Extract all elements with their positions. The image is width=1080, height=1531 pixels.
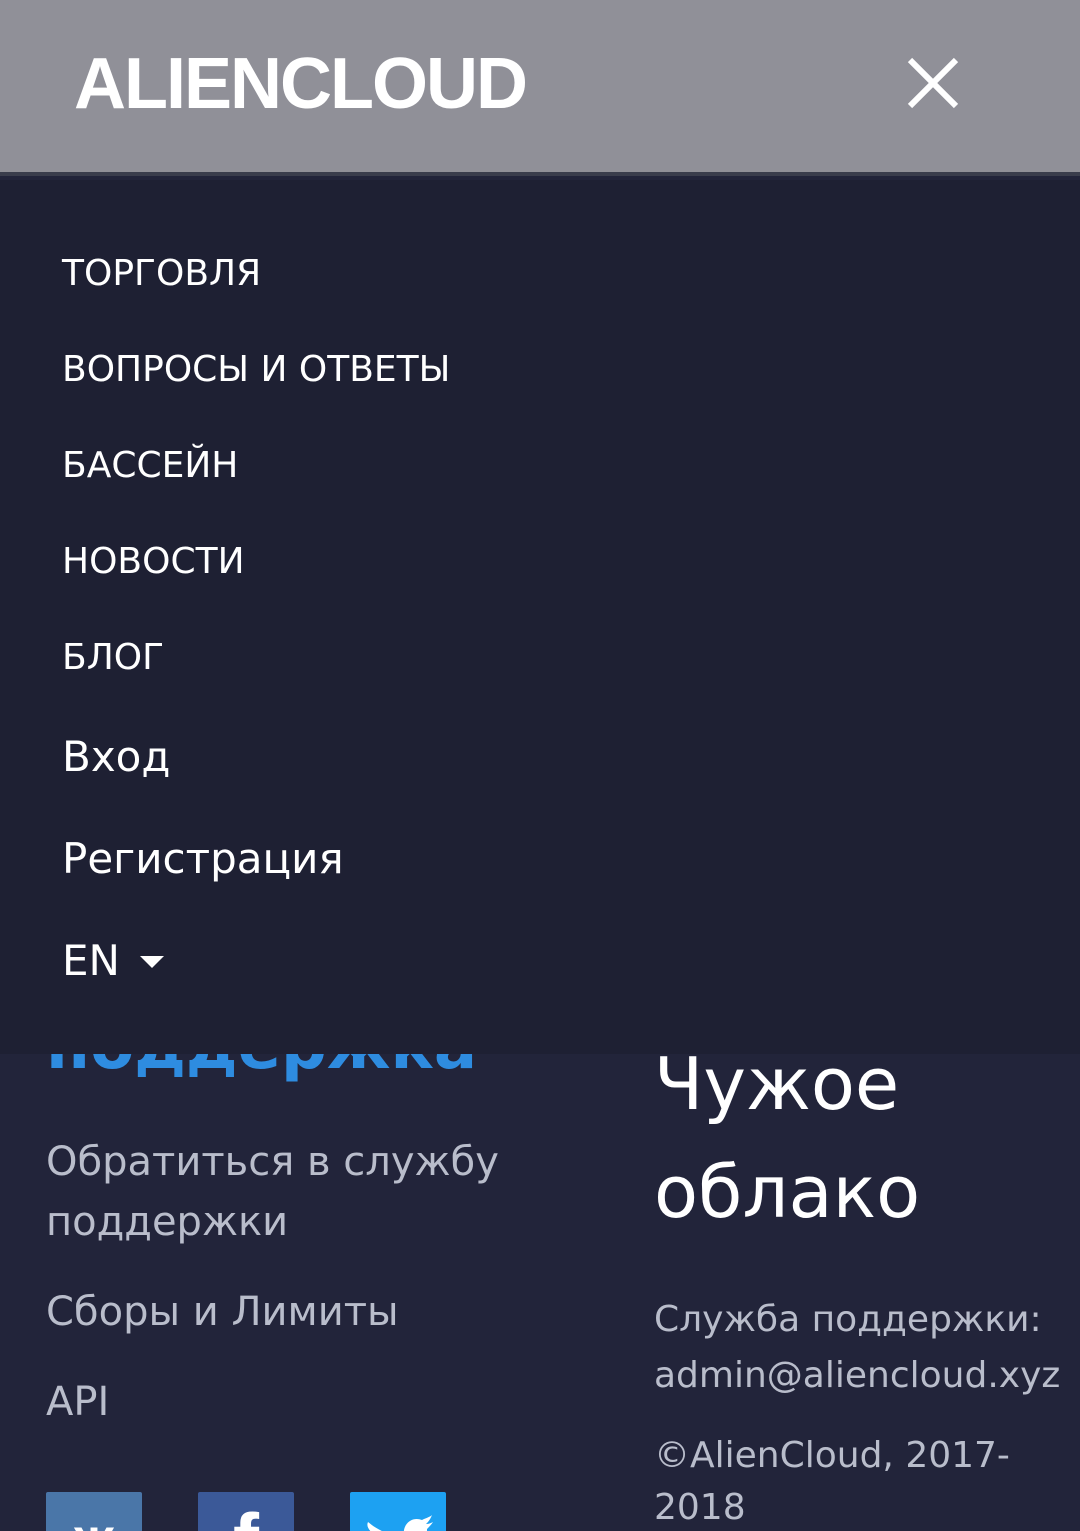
facebook-button[interactable]: f	[198, 1492, 294, 1531]
language-selector[interactable]: EN	[62, 940, 164, 982]
support-contact: Служба поддержки: admin@aliencloud.xyz	[654, 1292, 1074, 1404]
fees-limits-link[interactable]: Сборы и Лимиты	[46, 1282, 546, 1342]
nav-item-news[interactable]: НОВОСТИ	[62, 544, 245, 580]
twitter-icon	[367, 1515, 433, 1531]
nav-item-faq[interactable]: ВОПРОСЫ И ОТВЕТЫ	[62, 352, 450, 388]
twitter-button[interactable]	[350, 1492, 446, 1531]
copyright-text: ©AlienCloud, 2017-2018	[654, 1435, 1010, 1528]
vk-icon: ж	[46, 1498, 142, 1531]
caret-down-icon	[139, 955, 164, 968]
contact-support-link[interactable]: Обратиться в службу поддержки	[46, 1132, 546, 1252]
nav-drawer: ТОРГОВЛЯ ВОПРОСЫ И ОТВЕТЫ БАССЕЙН НОВОСТ…	[0, 180, 1080, 1054]
nav-item-register[interactable]: Регистрация	[62, 838, 344, 880]
nav-item-trading[interactable]: ТОРГОВЛЯ	[62, 256, 261, 292]
vk-button[interactable]: ж	[46, 1492, 142, 1531]
site-footer: поддержка Обратиться в службу поддержки …	[0, 1000, 1080, 1531]
brand-title: Чужое облако	[654, 1042, 921, 1234]
support-label: Служба поддержки:	[654, 1299, 1042, 1340]
language-label: EN	[62, 936, 120, 985]
close-icon	[907, 57, 959, 109]
support-email[interactable]: admin@aliencloud.xyz	[654, 1348, 1074, 1404]
close-menu-button[interactable]	[896, 48, 968, 120]
page: ALIENCLOUD поддержка Обратиться в службу…	[0, 0, 1080, 1531]
site-logo[interactable]: ALIENCLOUD	[74, 48, 528, 120]
api-link[interactable]: API	[46, 1372, 546, 1432]
nav-item-login[interactable]: Вход	[62, 736, 170, 778]
facebook-icon: f	[198, 1496, 294, 1531]
nav-item-pool[interactable]: БАССЕЙН	[62, 448, 238, 484]
top-header: ALIENCLOUD	[0, 0, 1080, 176]
nav-item-blog[interactable]: БЛОГ	[62, 640, 164, 676]
